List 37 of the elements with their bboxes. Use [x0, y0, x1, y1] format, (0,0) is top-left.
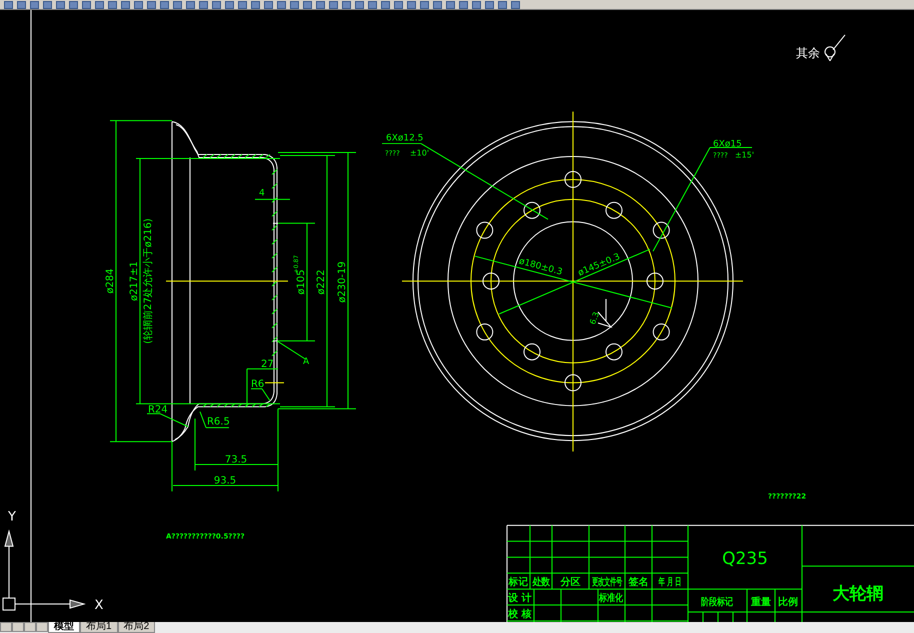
title-block-label: 分区 — [560, 577, 581, 588]
title-block-label: 设 计 — [508, 593, 532, 604]
dimension-label: ø284 — [104, 268, 116, 294]
tab-scroll-button[interactable] — [0, 622, 12, 632]
dimension-label: A — [303, 356, 310, 367]
dimension-label: 93.5 — [214, 475, 236, 486]
dimension-label: 4 — [259, 188, 265, 198]
dimension-label: 73.5 — [224, 454, 248, 466]
title-block-label: 签名 — [628, 577, 649, 588]
surface-roughness-symbol — [824, 34, 846, 62]
dimension-label: (轮辋前27处允许小于ø216) — [142, 218, 154, 344]
axis-label: Y — [8, 509, 16, 524]
dimension-label: R6.5 — [207, 416, 230, 428]
tab-scroll-button[interactable] — [24, 622, 36, 632]
tab-scroll-button[interactable] — [36, 622, 48, 632]
title-block-label: 重量 — [750, 597, 772, 608]
material-label: Q235 — [722, 549, 768, 570]
dimension-label: R24 — [148, 404, 168, 416]
dimension-label: ø217±1 — [128, 261, 140, 301]
dimension-label: ø230-19 — [336, 261, 348, 303]
dimension-label: 6Xø15 — [713, 140, 742, 150]
title-block-label: 标准化 — [599, 593, 623, 604]
part-name: 大轮辋 — [832, 584, 884, 604]
dimension-label: 6Xø12.5 — [386, 134, 424, 144]
title-block-label: 比例 — [778, 597, 798, 608]
axis-label: X — [94, 598, 104, 614]
title-block-label: 标记 — [508, 576, 528, 588]
tab-scroll-button[interactable] — [12, 622, 24, 632]
title-block-label: 阶段标记 — [701, 597, 733, 608]
title-block-label: 处数 — [532, 576, 550, 588]
title-block-label: 更改文件号 — [592, 576, 622, 588]
roughness-note: 其余 — [796, 46, 820, 60]
dimension-label: R6 — [251, 378, 264, 390]
title-block-label: 校 核 — [508, 609, 532, 620]
dimension-label: ø222 — [316, 270, 327, 295]
dimension-label: 27 — [261, 358, 274, 370]
title-block-label: 年 月 日 — [658, 576, 682, 588]
